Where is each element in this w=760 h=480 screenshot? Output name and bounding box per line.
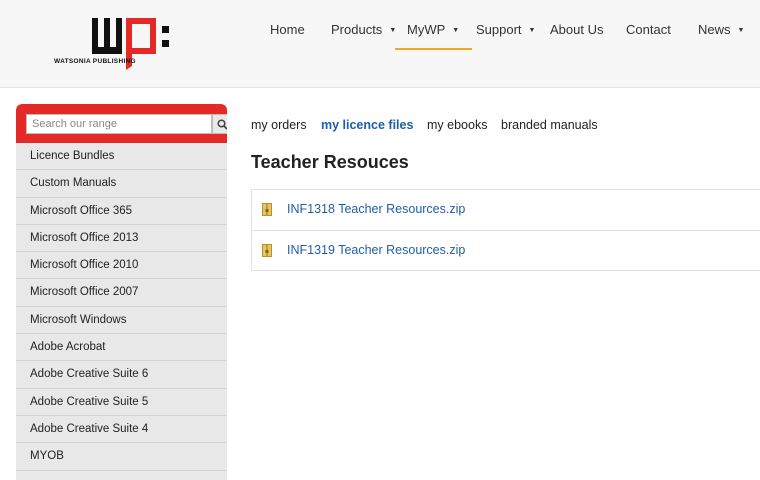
sidebar-item-licence-bundles[interactable]: Licence Bundles — [16, 143, 227, 171]
tab-branded-manuals[interactable]: branded manuals — [501, 118, 598, 132]
category-menu: Licence Bundles Custom Manuals Microsoft… — [16, 143, 227, 471]
search-icon — [217, 118, 227, 130]
tab-my-ebooks[interactable]: my ebooks — [427, 118, 487, 132]
nav-label: About Us — [550, 22, 604, 37]
sidebar-item-cs6[interactable]: Adobe Creative Suite 6 — [16, 361, 227, 389]
sidebar-item-cs4[interactable]: Adobe Creative Suite 4 — [16, 416, 227, 444]
nav-label: Products — [331, 22, 383, 37]
sidebar-item-custom-manuals[interactable]: Custom Manuals — [16, 170, 227, 198]
search-input[interactable] — [26, 114, 212, 134]
file-row: INF1318 Teacher Resources.zip — [252, 190, 760, 231]
dropdown-arrow-icon: ▼ — [452, 27, 460, 34]
zip-file-icon — [262, 203, 272, 216]
dropdown-arrow-icon: ▼ — [737, 27, 745, 34]
logo-mark — [92, 18, 169, 70]
nav-label: Contact — [626, 22, 671, 37]
watsonia-logo[interactable]: WATSONIA PUBLISHING — [54, 14, 184, 74]
sidebar-item-myob[interactable]: MYOB — [16, 443, 227, 471]
file-link[interactable]: INF1319 Teacher Resources.zip — [287, 243, 465, 257]
sidebar-item-office-365[interactable]: Microsoft Office 365 — [16, 198, 227, 225]
nav-contact[interactable]: Contact — [626, 22, 671, 48]
dropdown-arrow-icon: ▼ — [389, 27, 397, 34]
nav-mywp[interactable]: MyWP ▼ — [394, 22, 473, 50]
sidebar-search-bar — [16, 104, 227, 143]
tab-my-orders[interactable]: my orders — [251, 118, 307, 132]
sidebar-item-acrobat[interactable]: Adobe Acrobat — [16, 334, 227, 362]
sidebar-item-office-2013[interactable]: Microsoft Office 2013 — [16, 225, 227, 253]
zip-file-icon — [262, 243, 272, 257]
sidebar-item-office-2010[interactable]: Microsoft Office 2010 — [16, 252, 227, 280]
nav-label: MyWP — [407, 22, 446, 37]
file-row: INF1319 Teacher Resources.zip — [252, 231, 760, 271]
nav-news[interactable]: News ▼ — [698, 22, 744, 48]
dropdown-arrow-icon: ▼ — [528, 27, 536, 34]
nav-home[interactable]: Home — [270, 22, 305, 48]
nav-label: News — [698, 22, 731, 37]
nav-about-us[interactable]: About Us — [550, 22, 603, 48]
page-title: Teacher Resouces — [251, 152, 409, 172]
sidebar-item-office-2007[interactable]: Microsoft Office 2007 — [16, 279, 227, 307]
nav-label: Home — [270, 22, 305, 37]
tab-my-licence-files[interactable]: my licence files — [321, 118, 413, 132]
search-button[interactable] — [212, 114, 227, 134]
nav-products[interactable]: Products ▼ — [331, 22, 396, 48]
sidebar-item-cs5[interactable]: Adobe Creative Suite 5 — [16, 389, 227, 416]
sidebar-item-windows[interactable]: Microsoft Windows — [16, 307, 227, 335]
site-header: WATSONIA PUBLISHING Home Products ▼ MyWP ▼… — [0, 0, 760, 88]
logo-wordmark: WATSONIA PUBLISHING — [54, 58, 136, 65]
nav-label: Support — [476, 22, 522, 37]
sidebar: Licence Bundles Custom Manuals Microsoft… — [16, 104, 227, 480]
nav-support[interactable]: Support ▼ — [476, 22, 535, 48]
file-list: INF1318 Teacher Resources.zip INF1319 Te… — [251, 189, 760, 271]
file-link[interactable]: INF1318 Teacher Resources.zip — [287, 202, 465, 216]
